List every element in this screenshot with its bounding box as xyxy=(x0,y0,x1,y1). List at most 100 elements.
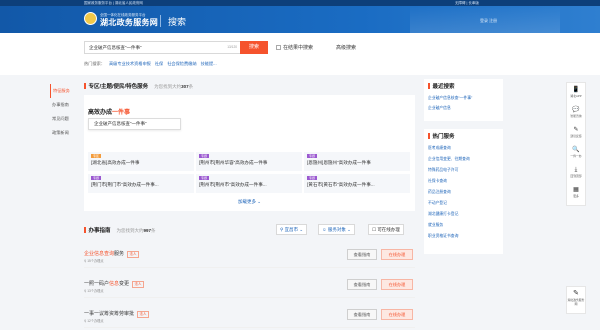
location-pin-icon: ⚲ xyxy=(280,227,284,232)
checkbox-icon: ☐ xyxy=(372,227,377,232)
theme-grid-card[interactable]: 专题 [恩施州]恩施州“高效办成一件事 xyxy=(304,152,410,171)
theme-card-text: [恩施州]恩施州“高效办成一件事 xyxy=(307,160,371,165)
theme-section-heading: 专区/主题/便民/特色服务 为您找到大约307条 xyxy=(84,82,193,90)
guide-result-count: 为您找到大约997条 xyxy=(116,228,156,233)
page-title: 搜索 xyxy=(168,17,187,27)
hot-services-title: 热门服务 xyxy=(428,132,455,140)
search-char-count: 13/120 xyxy=(227,45,237,49)
location-filter[interactable]: ⚲ 宜昌市 ⌄ xyxy=(276,224,308,235)
guide-location-count: ⚲ 12个办理点 xyxy=(84,319,104,323)
guide-location-count: ⚲ 15个办理点 xyxy=(84,259,104,263)
hot-service-item[interactable]: 医考成绩查询 xyxy=(428,146,451,151)
guide-title[interactable]: 企业信息查询服务 法人 xyxy=(84,250,140,258)
search-button[interactable]: 搜索 xyxy=(240,41,268,54)
hot-service-item[interactable]: 特殊药品电子许可 xyxy=(428,168,458,173)
online-apply-button[interactable]: 在线办理 xyxy=(381,249,413,260)
hot-service-item[interactable]: 职业资格证书查询 xyxy=(428,234,458,239)
view-guide-button[interactable]: 查看指南 xyxy=(347,279,377,290)
online-apply-button[interactable]: 在线办理 xyxy=(381,309,413,320)
toolbar-feedback-button[interactable]: ✎ 建议反馈 xyxy=(567,127,585,138)
theme-card-tag: 专题 xyxy=(91,176,102,180)
search-box: 13/120 xyxy=(84,41,241,54)
legal-person-badge: 法人 xyxy=(137,310,150,318)
hot-service-item[interactable]: 就业服务 xyxy=(428,223,443,228)
nav-item-featured[interactable]: 特征服务 xyxy=(50,84,78,98)
search-in-result-label: 在结果中搜索 xyxy=(283,45,314,51)
nav-item-guides[interactable]: 办事指南 xyxy=(50,98,78,112)
heading-accent-bar xyxy=(84,83,86,89)
nav-item-faq[interactable]: 常见问题 xyxy=(50,112,78,126)
search-icon: 🔍 xyxy=(572,147,580,153)
guide-location-count: ⚲ 13个办理点 xyxy=(84,289,104,293)
theme-card-tag: 专题 xyxy=(307,176,318,180)
theme-card-text: [荆门市]荆门市“高效办成一件事... xyxy=(91,182,159,187)
theme-card-text: [湖北省]高效办成一件事 xyxy=(91,160,140,165)
theme-grid-card[interactable]: 专题 [黄石市]黄石市“高效办成一件事... xyxy=(304,174,410,193)
search-area: 13/120 搜索 在结果中搜索 高级搜索 热门搜索： 高级专业技术资格申报社保社… xyxy=(0,33,600,75)
hot-service-item[interactable]: 企业信用变更、往期查询 xyxy=(428,157,470,162)
hot-service-item[interactable]: 药品注册查询 xyxy=(428,190,451,195)
online-apply-button[interactable]: 在线办理 xyxy=(381,279,413,290)
site-header: 全国一体化在线政务服务平台 湖北政务服务网 搜索 登录 注册 xyxy=(0,6,600,33)
toolbar-more-button[interactable]: ▦ 更多 xyxy=(567,187,585,198)
recent-search-item[interactable]: 企业破产信息 xyxy=(428,106,451,111)
guide-section-title: 办事指南 xyxy=(88,228,111,234)
header-divider xyxy=(160,15,161,27)
search-input[interactable] xyxy=(85,42,205,53)
user-icon: ☺ xyxy=(322,227,327,232)
guide-row: 企业信息查询服务 法人 ⚲ 15个办理点 查看指南 在线办理 xyxy=(84,238,415,268)
theme-card-text: [黄石市]黄石市“高效办成一件事... xyxy=(307,182,375,187)
pen-icon: ✎ xyxy=(573,290,579,297)
theme-section-title: 专区/主题/便民/特色服务 xyxy=(88,84,149,90)
guide-title[interactable]: 一照一码户信息变更 法人 xyxy=(84,280,145,288)
view-guide-button[interactable]: 查看指南 xyxy=(347,249,377,260)
recent-search-title: 最近搜索 xyxy=(428,82,455,90)
toolbar-top-button[interactable]: ⤓ 回到顶部 xyxy=(567,167,585,178)
nav-item-policy-news[interactable]: 政策新闻 xyxy=(50,126,78,140)
left-category-nav: 特征服务 办事指南 常见问题 政策新闻 xyxy=(50,84,78,140)
toolbar-oneitem-button[interactable]: 🔍 一件一办 xyxy=(567,147,585,158)
theme-grid-card[interactable]: 专题 [荆州市]荆州市“高效办成一件事... xyxy=(196,174,302,193)
toolbar-consult-button[interactable]: 💬 智能咨询 xyxy=(567,107,585,118)
mobile-icon: 📱 xyxy=(572,87,580,93)
hot-search-item[interactable]: 高级专业技术资格申报 xyxy=(109,61,151,66)
search-in-result-checkbox[interactable] xyxy=(276,45,281,50)
hot-services-box: 热门服务 医考成绩查询 企业信用变更、往期查询 特殊药品电子许可 社保卡查询 药… xyxy=(424,129,503,254)
theme-grid-card[interactable]: 专题 [荆州市]荆州华容“高效办成一件事 xyxy=(196,152,302,171)
guide-title[interactable]: 一事一议筹资筹劳审批 法人 xyxy=(84,310,150,318)
load-more-button[interactable]: 加载更多 ⌄ xyxy=(84,199,415,205)
theme-results-panel: 高效办成一件事 企业破产信息核查“一件事” 专区 [湖北省]高效办成一件事 专题… xyxy=(84,95,415,211)
theme-topic-title: 高效办成一件事 xyxy=(88,110,131,116)
heading-accent-bar xyxy=(84,227,86,233)
chevron-down-icon: ⌄ xyxy=(299,227,304,232)
grid-icon: ▦ xyxy=(573,187,579,193)
recent-search-item[interactable]: 企业破产信息核查“一件事” xyxy=(428,96,472,101)
login-link[interactable]: 登录 注册 xyxy=(480,18,497,24)
guide-row: 一事一议筹资筹劳审批 法人 ⚲ 12个办理点 查看指南 在线办理 xyxy=(84,298,415,328)
hot-service-item[interactable]: 湖北健康打卡登记 xyxy=(428,212,458,217)
hot-search-item[interactable]: 技能提... xyxy=(201,61,217,66)
guide-section-heading: 办事指南 为您找到大约997条 xyxy=(84,226,156,234)
search-in-result-option[interactable]: 在结果中搜索 xyxy=(276,44,313,51)
toolbar-app-button[interactable]: 📱 湖北APP xyxy=(567,87,585,98)
national-emblem-icon xyxy=(84,12,97,25)
hot-service-item[interactable]: 不动产登记 xyxy=(428,201,447,206)
theme-topic-card[interactable]: 企业破产信息核查“一件事” xyxy=(88,118,181,130)
site-logo[interactable]: 湖北政务服务网 xyxy=(100,17,158,28)
theme-grid-card[interactable]: 专题 [荆门市]荆门市“高效办成一件事... xyxy=(88,174,194,193)
edit-icon: ✎ xyxy=(573,127,579,133)
theme-card-text: [荆州市]荆州华容“高效办成一件事 xyxy=(199,160,268,165)
service-target-filter[interactable]: ☺ 服务对象 ⌄ xyxy=(318,224,355,235)
hot-search-item[interactable]: 社保 xyxy=(155,61,163,66)
chevron-down-icon: ⌄ xyxy=(347,227,351,232)
theme-card-tag: 专题 xyxy=(307,154,318,158)
theme-result-count: 为您找到大约307条 xyxy=(154,84,194,89)
floating-bottom-link[interactable]: ✎ 湖北政务服务网 xyxy=(566,286,586,314)
view-guide-button[interactable]: 查看指南 xyxy=(347,309,377,320)
legal-person-badge: 法人 xyxy=(132,280,145,288)
advanced-search-link[interactable]: 高级搜索 xyxy=(336,44,356,51)
theme-grid-card[interactable]: 专区 [湖北省]高效办成一件事 xyxy=(88,152,194,171)
hot-search-item[interactable]: 社会保险费缴纳 xyxy=(167,61,196,66)
online-only-filter[interactable]: ☐ 可在线办理 xyxy=(368,224,404,235)
hot-service-item[interactable]: 社保卡查询 xyxy=(428,179,447,184)
